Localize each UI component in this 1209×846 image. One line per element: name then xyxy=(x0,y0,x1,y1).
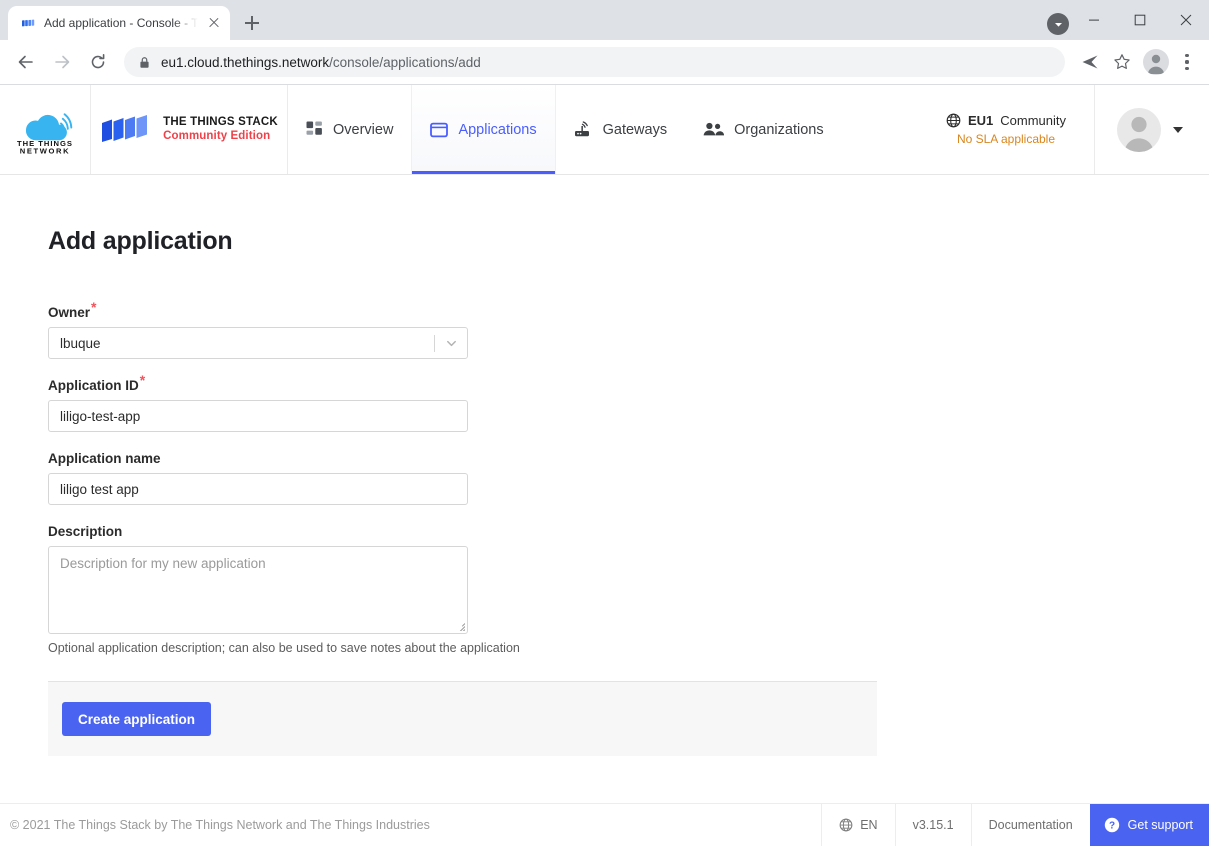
footer-documentation-link[interactable]: Documentation xyxy=(970,804,1090,846)
page-title: Add application xyxy=(48,227,233,255)
arrow-right-icon[interactable] xyxy=(46,46,78,78)
stack-logo-icon xyxy=(102,114,148,142)
things-stack-brand: THE THINGS STACK Community Edition xyxy=(91,85,288,174)
owner-label: Owner* xyxy=(48,300,96,321)
account-avatar-icon[interactable] xyxy=(1143,49,1169,75)
toolbar-actions xyxy=(1075,47,1199,77)
minimize-icon[interactable] xyxy=(1071,0,1117,40)
application-id-input[interactable]: liligo-test-app xyxy=(48,400,468,432)
ttn-logo[interactable]: THE THINGS NETWORK xyxy=(0,85,91,174)
footer-language-selector[interactable]: EN xyxy=(821,804,894,846)
footer-version[interactable]: v3.15.1 xyxy=(894,804,971,846)
form-submit-bar: Create application xyxy=(48,681,877,756)
application-name-value: liligo test app xyxy=(60,481,139,497)
field-application-name: Application name liligo test app xyxy=(48,450,1161,505)
main-content: Add application Owner* lbuque Applicatio… xyxy=(0,175,1209,803)
globe-icon xyxy=(839,818,853,832)
page-viewport: THE THINGS NETWORK THE THINGS STACK Comm… xyxy=(0,85,1209,846)
nav-item-label: Gateways xyxy=(602,121,668,138)
application-id-label-text: Application ID xyxy=(48,378,139,393)
browser-tab-strip: Add application - Console - Th xyxy=(0,0,1209,40)
url-path: /console/applications/add xyxy=(329,54,481,70)
field-description: Description Description for my new appli… xyxy=(48,523,1161,655)
address-bar-url: eu1.cloud.thethings.network/console/appl… xyxy=(161,55,481,70)
browser-tab-title: Add application - Console - Th xyxy=(44,16,198,30)
caret-down-icon xyxy=(1173,126,1183,133)
page-footer: © 2021 The Things Stack by The Things Ne… xyxy=(0,803,1209,846)
description-label: Description xyxy=(48,524,123,539)
owner-select-value: lbuque xyxy=(60,335,101,351)
people-group-icon xyxy=(703,122,725,137)
gateway-router-icon xyxy=(574,121,593,138)
resize-handle[interactable] xyxy=(454,620,465,631)
application-id-value: liligo-test-app xyxy=(60,408,141,424)
nav-item-applications[interactable]: Applications xyxy=(411,85,556,174)
nav-item-label: Applications xyxy=(458,121,537,138)
nav-item-overview[interactable]: Overview xyxy=(288,85,411,174)
grid-overview-icon xyxy=(306,121,323,138)
browser-window: Add application - Console - Th eu1.cloud… xyxy=(0,0,1209,846)
url-host: eu1.cloud.thethings.network xyxy=(161,54,330,70)
header-right: EU1 Community No SLA applicable xyxy=(926,85,1209,174)
chevron-down-icon[interactable] xyxy=(435,337,467,350)
maximize-icon[interactable] xyxy=(1117,0,1163,40)
owner-select-controls xyxy=(434,328,467,358)
three-dot-menu-icon[interactable] xyxy=(1175,47,1199,77)
cluster-selector[interactable]: EU1 Community No SLA applicable xyxy=(926,85,1095,174)
footer-copyright: © 2021 The Things Stack by The Things Ne… xyxy=(10,818,430,832)
main-navigation: Overview Applications Gateways Organizat… xyxy=(288,85,842,174)
required-marker: * xyxy=(139,371,146,388)
svg-text:NETWORK: NETWORK xyxy=(20,146,70,154)
required-marker: * xyxy=(91,298,97,315)
description-hint: Optional application description; can al… xyxy=(48,641,520,655)
app-header: THE THINGS NETWORK THE THINGS STACK Comm… xyxy=(0,85,1209,175)
add-application-form: Owner* lbuque Application ID* liligo-tes… xyxy=(48,300,1161,756)
nav-item-organizations[interactable]: Organizations xyxy=(685,85,841,174)
nav-item-gateways[interactable]: Gateways xyxy=(556,85,685,174)
brand-line-1: THE THINGS STACK xyxy=(163,116,278,129)
owner-label-text: Owner xyxy=(48,305,91,320)
browser-tab[interactable]: Add application - Console - Th xyxy=(8,6,230,40)
window-controls xyxy=(1071,0,1209,40)
field-application-id: Application ID* liligo-test-app xyxy=(48,373,1161,432)
ttn-stack-favicon xyxy=(20,15,36,31)
close-icon[interactable] xyxy=(1163,0,1209,40)
nav-item-label: Organizations xyxy=(734,121,824,138)
application-id-label: Application ID* xyxy=(48,373,145,394)
browser-toolbar: eu1.cloud.thethings.network/console/appl… xyxy=(0,40,1209,85)
owner-select[interactable]: lbuque xyxy=(48,327,468,359)
cluster-type: Community xyxy=(1000,113,1066,128)
footer-version-label: v3.15.1 xyxy=(912,818,954,832)
star-icon[interactable] xyxy=(1107,47,1137,77)
lock-icon xyxy=(138,56,151,69)
description-textarea[interactable]: Description for my new application xyxy=(48,546,468,634)
reload-icon[interactable] xyxy=(82,46,114,78)
new-tab-button[interactable] xyxy=(238,9,266,37)
footer-support-label: Get support xyxy=(1127,818,1193,832)
application-name-label: Application name xyxy=(48,451,161,466)
download-arrow-icon[interactable] xyxy=(1047,13,1069,35)
globe-icon xyxy=(946,113,961,128)
brand-line-2: Community Edition xyxy=(163,129,271,142)
footer-language-label: EN xyxy=(860,818,878,832)
nav-item-label: Overview xyxy=(333,121,394,138)
address-bar[interactable]: eu1.cloud.thethings.network/console/appl… xyxy=(124,47,1065,77)
field-owner: Owner* lbuque xyxy=(48,300,1161,359)
footer-get-support-button[interactable]: ? Get support xyxy=(1089,804,1209,846)
user-menu[interactable] xyxy=(1095,85,1209,174)
application-name-input[interactable]: liligo test app xyxy=(48,473,468,505)
sla-status-text: No SLA applicable xyxy=(956,132,1056,146)
close-icon[interactable] xyxy=(206,15,222,31)
cluster-name-row: EU1 Community xyxy=(946,113,1066,128)
create-application-button[interactable]: Create application xyxy=(62,702,212,736)
svg-text:?: ? xyxy=(1109,821,1115,832)
application-window-icon xyxy=(430,122,449,138)
arrow-left-icon[interactable] xyxy=(10,46,42,78)
cluster-name: EU1 xyxy=(967,113,994,128)
description-placeholder: Description for my new application xyxy=(60,556,266,571)
user-avatar-icon xyxy=(1117,107,1161,152)
footer-documentation-label: Documentation xyxy=(988,818,1073,832)
send-icon[interactable] xyxy=(1075,47,1105,77)
question-circle-icon: ? xyxy=(1104,817,1120,833)
